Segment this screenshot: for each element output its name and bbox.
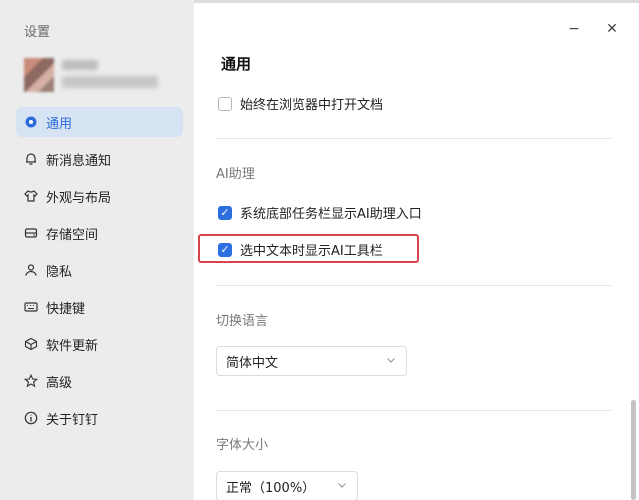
toolbar-on-select-option[interactable]: ✓ 选中文本时显示AI工具栏: [218, 240, 383, 259]
close-button[interactable]: ✕: [604, 21, 620, 37]
language-select[interactable]: 简体中文: [216, 346, 407, 376]
toolbar-on-select-label: 选中文本时显示AI工具栏: [240, 244, 383, 259]
check-icon[interactable]: ✓: [218, 205, 232, 220]
sidebar-item-storage[interactable]: 存储空间: [16, 218, 183, 248]
chevron-down-icon: [386, 355, 396, 368]
sidebar-item-label: 快捷键: [46, 301, 86, 317]
sidebar-item-label: 存储空间: [46, 227, 99, 243]
minimize-button[interactable]: −: [566, 21, 582, 37]
sidebar-nav: 通用 新消息通知 外观与布局 存储空间 隐私 快捷键 软件更新 高级 关于钉钉: [16, 107, 183, 440]
sidebar-item-shortcuts[interactable]: 快捷键: [16, 292, 183, 322]
check-icon[interactable]: ✓: [218, 242, 232, 257]
language-label: 切换语言: [216, 314, 269, 329]
page-title: 通用: [221, 55, 252, 73]
storage-icon: [24, 226, 38, 240]
sidebar-item-general[interactable]: 通用: [16, 107, 183, 137]
open-in-browser-label: 始终在浏览器中打开文档: [240, 98, 384, 113]
settings-title: 设置: [24, 25, 51, 40]
gear-icon: [24, 115, 38, 129]
keyboard-icon: [24, 300, 38, 314]
star-icon: [24, 374, 38, 388]
divider: [216, 138, 612, 139]
sidebar-item-label: 关于钉钉: [46, 412, 99, 428]
sidebar-item-label: 外观与布局: [46, 190, 112, 206]
profile-subtitle-blurred: [62, 76, 158, 88]
sidebar-item-notifications[interactable]: 新消息通知: [16, 144, 183, 174]
scrollbar[interactable]: [631, 400, 636, 500]
open-in-browser-checkbox[interactable]: [218, 96, 232, 111]
sidebar-item-label: 通用: [46, 116, 73, 132]
divider: [216, 410, 612, 411]
font-size-select-value: 正常（100%）: [226, 480, 316, 496]
sidebar-item-updates[interactable]: 软件更新: [16, 329, 183, 359]
sidebar-item-privacy[interactable]: 隐私: [16, 255, 183, 285]
font-size-select[interactable]: 正常（100%）: [216, 471, 358, 500]
sidebar-item-label: 高级: [46, 375, 73, 391]
sidebar-item-label: 新消息通知: [46, 153, 112, 169]
taskbar-entry-label: 系统底部任务栏显示AI助理入口: [240, 207, 422, 222]
font-size-label: 字体大小: [216, 438, 269, 453]
person-icon: [24, 263, 38, 277]
profile-name-blurred: [62, 60, 98, 70]
chevron-down-icon: [337, 480, 347, 493]
shirt-icon: [24, 189, 38, 203]
sidebar-item-about[interactable]: 关于钉钉: [16, 403, 183, 433]
bell-icon: [24, 152, 38, 166]
sidebar-item-label: 软件更新: [46, 338, 99, 354]
ai-assistant-label: AI助理: [216, 167, 255, 182]
settings-panel: − ✕ 通用 始终在浏览器中打开文档 AI助理 ✓ 系统底部任务栏显示AI助理入…: [194, 3, 639, 500]
open-in-browser-option[interactable]: 始终在浏览器中打开文档: [218, 94, 383, 113]
profile-card[interactable]: [24, 58, 174, 92]
taskbar-entry-option[interactable]: ✓ 系统底部任务栏显示AI助理入口: [218, 203, 422, 222]
avatar: [24, 58, 54, 92]
sidebar-item-label: 隐私: [46, 264, 73, 280]
info-icon: [24, 411, 38, 425]
divider: [216, 285, 612, 286]
sidebar: 设置 通用 新消息通知 外观与布局 存储空间 隐私 快捷键 软件更新 高级 关于…: [0, 0, 194, 500]
language-select-value: 简体中文: [226, 355, 279, 371]
cube-icon: [24, 337, 38, 351]
sidebar-item-advanced[interactable]: 高级: [16, 366, 183, 396]
sidebar-item-appearance[interactable]: 外观与布局: [16, 181, 183, 211]
